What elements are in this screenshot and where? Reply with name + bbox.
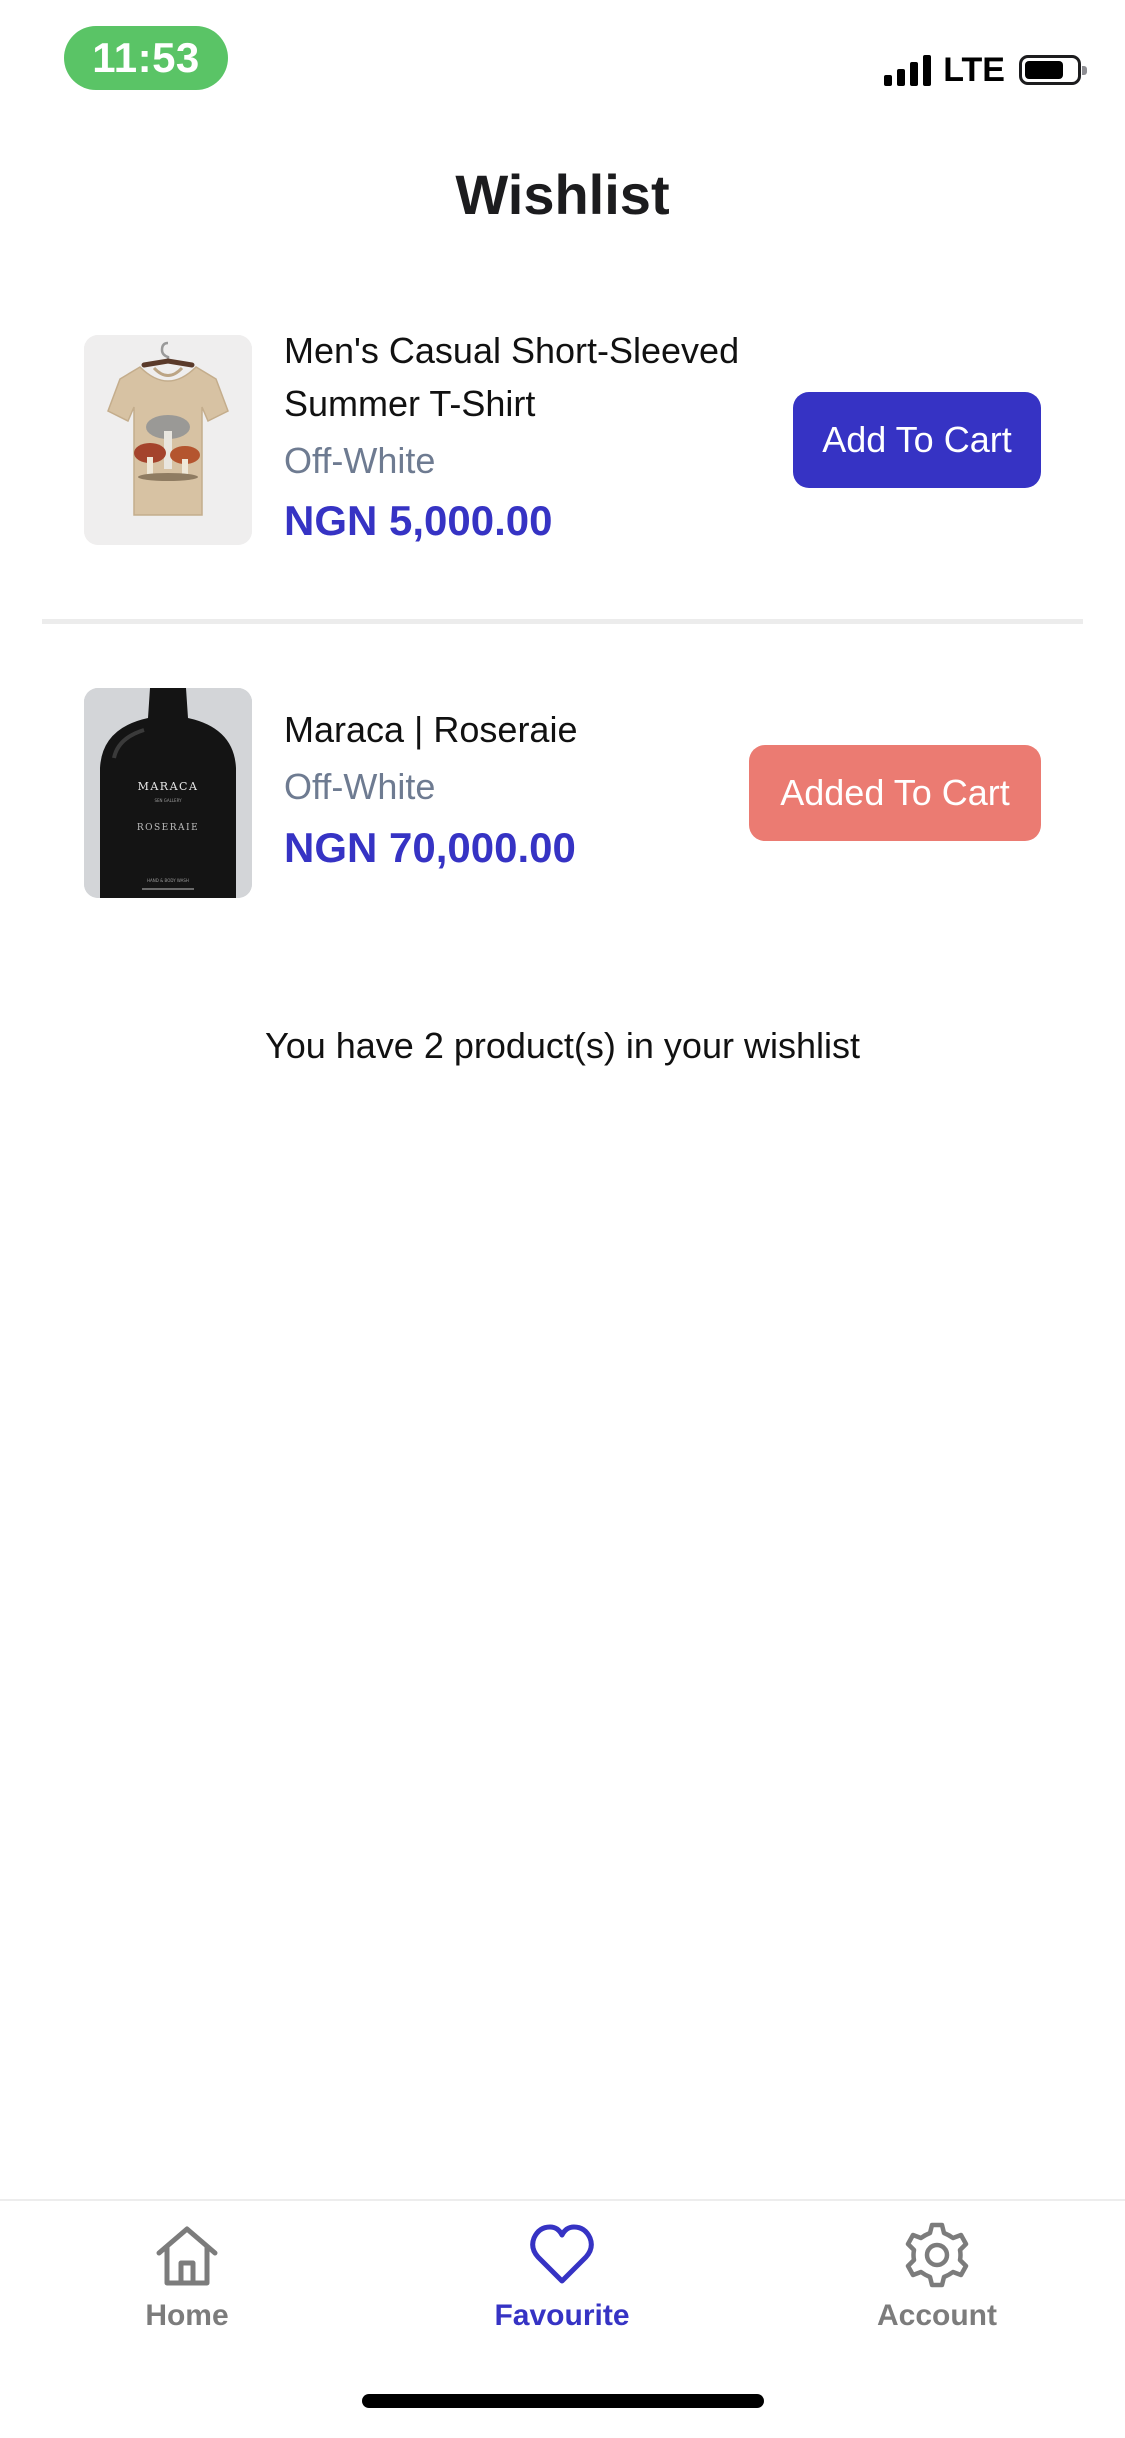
product-variant: Off-White bbox=[284, 766, 436, 807]
status-indicators: LTE bbox=[884, 50, 1087, 90]
bottle-brand: MARACA bbox=[138, 780, 199, 793]
product-image-bottle[interactable]: MARACA SEN GALLERY ROSERAIE HAND & BODY … bbox=[84, 688, 252, 898]
tab-label-account: Account bbox=[877, 2299, 997, 2332]
wishlist-summary: You have 2 product(s) in your wishlist bbox=[265, 1025, 860, 1066]
add-to-cart-button[interactable]: Add To Cart bbox=[793, 392, 1041, 488]
tab-label-home: Home bbox=[145, 2299, 229, 2332]
product-price: NGN 5,000.00 bbox=[284, 497, 553, 544]
product-name[interactable]: Men's Casual Short-Sleeved Summer T-Shir… bbox=[284, 324, 764, 430]
heart-icon bbox=[530, 2224, 594, 2284]
product-image-tshirt[interactable] bbox=[84, 335, 252, 545]
battery-icon bbox=[1019, 55, 1087, 85]
bottle-line: ROSERAIE bbox=[137, 823, 199, 833]
added-to-cart-button[interactable]: Added To Cart bbox=[749, 745, 1041, 841]
home-icon bbox=[156, 2226, 218, 2286]
gear-icon bbox=[905, 2222, 969, 2288]
home-indicator bbox=[362, 2394, 764, 2408]
cellular-signal-icon bbox=[884, 54, 932, 86]
status-time: 11:53 bbox=[64, 26, 228, 90]
page-title: Wishlist bbox=[455, 163, 670, 226]
tab-favourite[interactable]: Favourite bbox=[442, 2221, 682, 2333]
bottle-small: HAND & BODY WASH bbox=[147, 878, 189, 883]
tab-home[interactable]: Home bbox=[67, 2221, 307, 2333]
tab-label-favourite: Favourite bbox=[494, 2299, 630, 2332]
network-type: LTE bbox=[943, 50, 1005, 89]
bottle-sub: SEN GALLERY bbox=[154, 798, 182, 803]
tab-account[interactable]: Account bbox=[817, 2221, 1057, 2333]
product-price: NGN 70,000.00 bbox=[284, 824, 576, 871]
product-name[interactable]: Maraca | Roseraie bbox=[284, 703, 764, 756]
item-divider bbox=[42, 619, 1083, 624]
product-variant: Off-White bbox=[284, 440, 436, 481]
